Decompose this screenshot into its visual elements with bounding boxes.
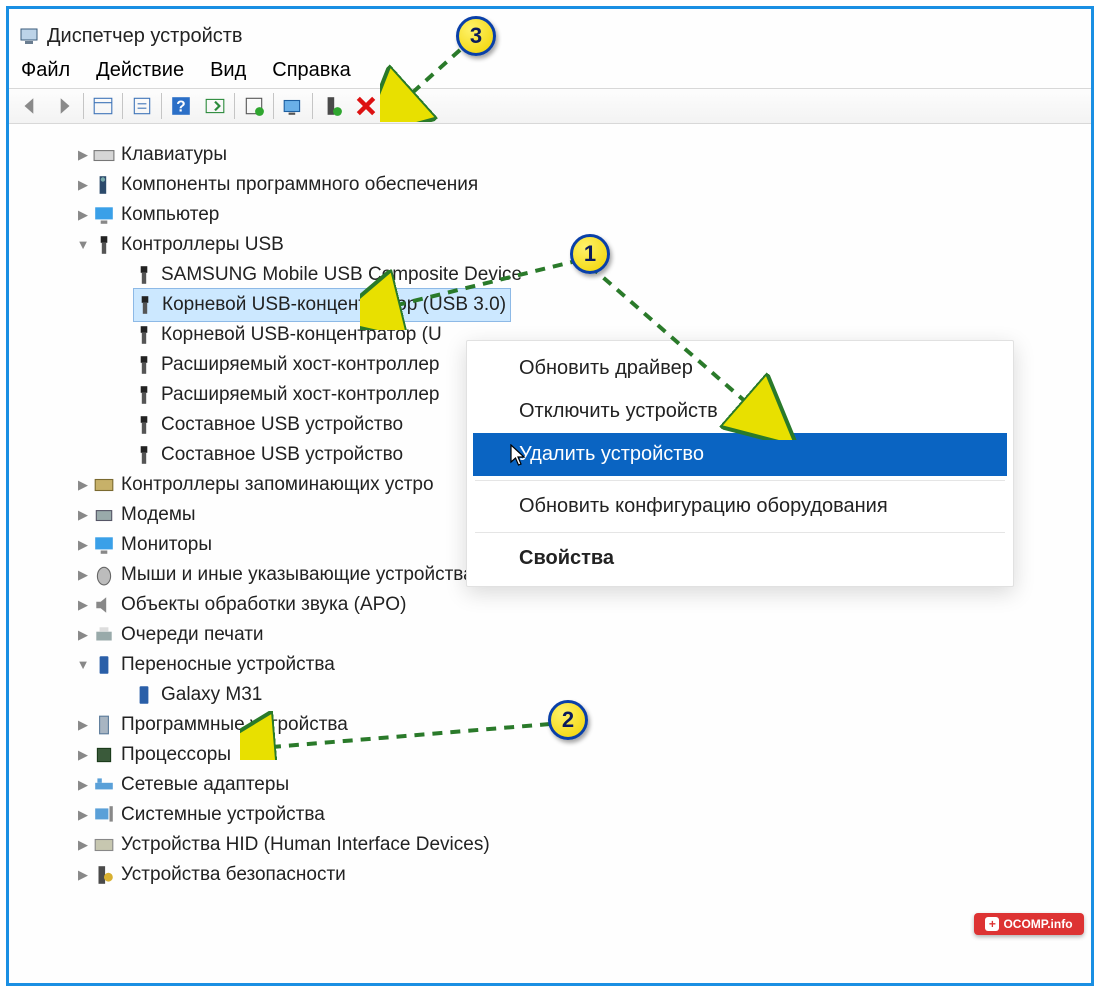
tree-item-usb-controllers[interactable]: ▼Контроллеры USB: [9, 230, 1091, 260]
cpu-icon: [93, 744, 115, 766]
chevron-right-icon[interactable]: ▶: [73, 505, 93, 525]
usb-plug-icon: [133, 324, 155, 346]
context-update-driver[interactable]: Обновить драйвер: [473, 347, 1007, 390]
chevron-down-icon[interactable]: ▼: [73, 235, 93, 255]
chevron-right-icon[interactable]: ▶: [73, 625, 93, 645]
chevron-right-icon[interactable]: ▶: [73, 205, 93, 225]
chevron-right-icon[interactable]: ▶: [73, 865, 93, 885]
usb-plug-icon: [133, 414, 155, 436]
tree-item-apo[interactable]: ▶Объекты обработки звука (APO): [9, 590, 1091, 620]
uninstall-button[interactable]: [350, 91, 382, 121]
chevron-right-icon[interactable]: ▶: [73, 745, 93, 765]
titlebar: Диспетчер устройств: [9, 9, 1091, 55]
annotation-badge-2: 2: [548, 700, 588, 740]
context-separator: [475, 532, 1005, 533]
annotation-badge-1: 1: [570, 234, 610, 274]
tree-item-processors[interactable]: ▶Процессоры: [9, 740, 1091, 770]
component-icon: [93, 174, 115, 196]
keyboard-icon: [93, 144, 115, 166]
annotation-badge-3: 3: [456, 16, 496, 56]
context-separator: [475, 480, 1005, 481]
tree-item-software-components[interactable]: ▶Компоненты программного обеспечения: [9, 170, 1091, 200]
context-disable-device[interactable]: Отключить устройств: [473, 390, 1007, 433]
disable-button[interactable]: [384, 91, 416, 121]
tower-icon: [93, 714, 115, 736]
device-manager-icon: [19, 26, 39, 46]
properties-button[interactable]: [126, 91, 158, 121]
tree-item-hid[interactable]: ▶Устройства HID (Human Interface Devices…: [9, 830, 1091, 860]
monitor-icon: [93, 534, 115, 556]
tree-item-system-devices[interactable]: ▶Системные устройства: [9, 800, 1091, 830]
window-title: Диспетчер устройств: [47, 25, 243, 48]
tree-item-portable-galaxy[interactable]: Galaxy M31: [9, 680, 1091, 710]
help-button[interactable]: ?: [165, 91, 197, 121]
tree-item-portable[interactable]: ▼Переносные устройства: [9, 650, 1091, 680]
storage-icon: [93, 474, 115, 496]
enable-device-button[interactable]: [238, 91, 270, 121]
toolbar: ?: [9, 88, 1091, 124]
context-menu: Обновить драйвер Отключить устройств Уда…: [466, 340, 1014, 587]
chevron-right-icon[interactable]: ▶: [73, 835, 93, 855]
tree-item-print-queues[interactable]: ▶Очереди печати: [9, 620, 1091, 650]
chevron-down-icon[interactable]: ▼: [73, 655, 93, 675]
context-scan-hardware[interactable]: Обновить конфигурацию оборудования: [473, 485, 1007, 528]
menu-view[interactable]: Вид: [210, 59, 246, 82]
svg-text:?: ?: [176, 99, 185, 116]
chevron-right-icon[interactable]: ▶: [73, 595, 93, 615]
mouse-icon: [93, 564, 115, 586]
chevron-right-icon[interactable]: ▶: [73, 475, 93, 495]
tree-item-usb-samsung[interactable]: SAMSUNG Mobile USB Composite Device: [9, 260, 1091, 290]
tree-item-security[interactable]: ▶Устройства безопасности: [9, 860, 1091, 890]
usb-plug-icon: [133, 354, 155, 376]
tree-item-usb-root-hub-30[interactable]: Корневой USB-концентратор (USB 3.0): [9, 290, 1091, 320]
usb-plug-icon: [133, 264, 155, 286]
pc-icon: [93, 804, 115, 826]
usb-plug-icon: [134, 294, 156, 316]
add-legacy-button[interactable]: [316, 91, 348, 121]
usb-plug-icon: [133, 444, 155, 466]
show-hidden-button[interactable]: [87, 91, 119, 121]
chevron-right-icon[interactable]: ▶: [73, 175, 93, 195]
modem-icon: [93, 504, 115, 526]
phone-icon: [93, 654, 115, 676]
chevron-right-icon[interactable]: ▶: [73, 775, 93, 795]
menu-help[interactable]: Справка: [272, 59, 350, 82]
watermark: OCOMP.info: [974, 913, 1084, 935]
monitor-icon: [93, 204, 115, 226]
usb-plug-icon: [133, 384, 155, 406]
chevron-right-icon[interactable]: ▶: [73, 805, 93, 825]
tree-item-network[interactable]: ▶Сетевые адаптеры: [9, 770, 1091, 800]
menubar: Файл Действие Вид Справка: [9, 55, 1091, 88]
network-icon: [93, 774, 115, 796]
update-driver-button[interactable]: [199, 91, 231, 121]
context-uninstall-device[interactable]: Удалить устройство: [473, 433, 1007, 476]
chevron-right-icon[interactable]: ▶: [73, 715, 93, 735]
chevron-right-icon[interactable]: ▶: [73, 535, 93, 555]
cursor-icon: [510, 444, 528, 468]
menu-action[interactable]: Действие: [96, 59, 184, 82]
printer-icon: [93, 624, 115, 646]
phone-icon: [133, 684, 155, 706]
speaker-icon: [93, 594, 115, 616]
forward-button[interactable]: [48, 91, 80, 121]
menu-file[interactable]: Файл: [21, 59, 70, 82]
tree-item-computer[interactable]: ▶Компьютер: [9, 200, 1091, 230]
security-icon: [93, 864, 115, 886]
context-properties[interactable]: Свойства: [473, 537, 1007, 580]
hid-icon: [93, 834, 115, 856]
scan-hardware-button[interactable]: [277, 91, 309, 121]
back-button[interactable]: [14, 91, 46, 121]
tree-item-keyboards[interactable]: ▶Клавиатуры: [9, 140, 1091, 170]
usb-icon: [93, 234, 115, 256]
chevron-right-icon[interactable]: ▶: [73, 145, 93, 165]
chevron-right-icon[interactable]: ▶: [73, 565, 93, 585]
